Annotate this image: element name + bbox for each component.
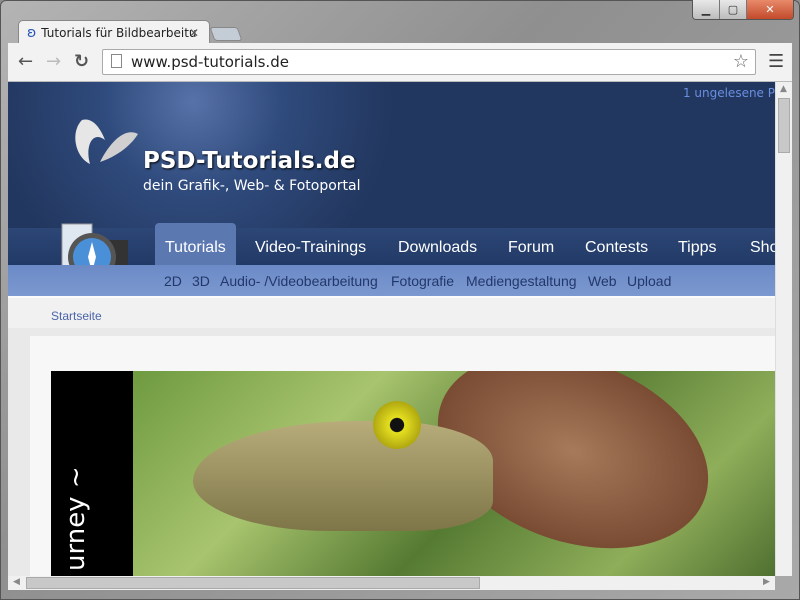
nav-item-video-trainings[interactable]: Video-Trainings	[255, 228, 366, 265]
menu-icon[interactable]: ☰	[768, 51, 784, 72]
subnav-item[interactable]: Web	[588, 273, 617, 289]
page-icon	[111, 54, 122, 68]
nav-item-downloads[interactable]: Downloads	[398, 228, 477, 265]
subnav-item[interactable]: Audio- /Videobearbeitung	[220, 273, 378, 289]
butterfly-favicon-icon: ʚ	[27, 24, 37, 41]
crocodile-eye	[373, 401, 421, 449]
scroll-right-icon[interactable]: ▶	[763, 577, 770, 587]
nav-item-sho[interactable]: Sho	[750, 228, 775, 265]
forward-icon[interactable]: →	[46, 51, 61, 72]
address-bar[interactable]: www.psd-tutorials.de ☆	[102, 49, 756, 75]
butterfly-logo-icon	[75, 119, 138, 164]
bookmark-star-icon[interactable]: ☆	[733, 51, 749, 72]
scroll-left-icon[interactable]: ◀	[13, 577, 20, 587]
browser-toolbar: ← → ↻ www.psd-tutorials.de ☆ ☰	[8, 43, 792, 82]
url-text: www.psd-tutorials.de	[131, 53, 289, 71]
nav-item-tipps[interactable]: Tipps	[678, 228, 717, 265]
maximize-button[interactable]: ▢	[720, 0, 747, 19]
subnav-item[interactable]: Mediengestaltung	[466, 273, 577, 289]
nav-item-forum[interactable]: Forum	[508, 228, 554, 265]
banner-title: urney ~	[61, 466, 91, 571]
horizontal-scrollbar[interactable]: ◀ ▶	[8, 576, 775, 590]
scroll-up-icon[interactable]: ▲	[780, 84, 787, 94]
tab-title: Tutorials für Bildbearbeitu	[41, 25, 197, 40]
close-window-button[interactable]: ✕	[747, 0, 793, 19]
close-tab-icon[interactable]: ✕	[189, 26, 199, 40]
browser-tab[interactable]: ʚ Tutorials für Bildbearbeitu ✕	[18, 20, 210, 44]
featured-banner[interactable]: urney ~	[51, 371, 775, 576]
sub-navigation: 2D 3D Audio- /Videobearbeitung Fotografie Me…	[8, 265, 775, 296]
nav-item-tutorials[interactable]: Tutorials	[155, 223, 236, 265]
banner-image	[133, 371, 775, 576]
subnav-item[interactable]: 3D	[192, 273, 210, 289]
subnav-item[interactable]: Fotografie	[391, 273, 454, 289]
nav-item-contests[interactable]: Contests	[585, 228, 648, 265]
site-name[interactable]: PSD-Tutorials.de	[143, 148, 356, 174]
breadcrumb-startseite[interactable]: Startseite	[51, 309, 102, 323]
subnav-item[interactable]: Upload	[627, 273, 671, 289]
horizontal-scroll-thumb[interactable]	[26, 577, 480, 589]
window-controls: ▁ ▢ ✕	[692, 0, 794, 20]
back-icon[interactable]: ←	[18, 51, 33, 72]
new-tab-button[interactable]	[209, 27, 243, 41]
vertical-scroll-thumb[interactable]	[778, 98, 790, 153]
unread-messages-link[interactable]: 1 ungelesene P	[683, 86, 775, 100]
crocodile	[193, 421, 493, 531]
vertical-scrollbar[interactable]: ▲	[775, 82, 792, 576]
minimize-button[interactable]: ▁	[693, 0, 720, 19]
site-header: 1 ungelesene P PSD-Tutorials.de dein Gra…	[8, 82, 775, 228]
site-tagline: dein Grafik-, Web- & Fotoportal	[143, 178, 361, 194]
subnav-item[interactable]: 2D	[164, 273, 182, 289]
breadcrumb: Startseite	[8, 296, 775, 328]
reload-icon[interactable]: ↻	[74, 51, 89, 72]
page-content: 1 ungelesene P PSD-Tutorials.de dein Gra…	[8, 82, 775, 576]
